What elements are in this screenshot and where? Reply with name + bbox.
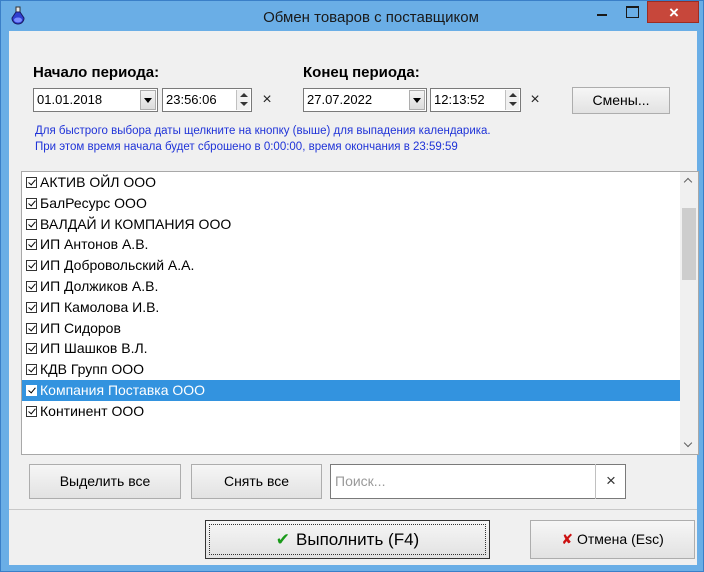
cancel-button[interactable]: ✘ Отмена (Esc) xyxy=(530,520,695,559)
clear-end-button[interactable]: × xyxy=(527,91,543,109)
list-item[interactable]: Компания Поставка ООО xyxy=(22,379,680,401)
list-item-label: Континент ООО xyxy=(40,402,145,419)
minimize-button[interactable] xyxy=(587,1,617,23)
checkbox-icon[interactable] xyxy=(26,405,37,417)
list-item[interactable]: ИП Сидоров xyxy=(22,318,680,339)
list-item-label: ИП Сидоров xyxy=(40,319,121,336)
hint-line-2: При этом время начала будет сброшено в 0… xyxy=(35,141,458,153)
end-time-spinner[interactable]: 12:13:52 xyxy=(430,88,521,112)
flask-icon xyxy=(11,6,25,25)
search-placeholder: Поиск... xyxy=(335,473,386,489)
list-item-label: Компания Поставка ООО xyxy=(40,381,206,398)
end-date-value: 27.07.2022 xyxy=(307,92,373,107)
list-item[interactable]: АКТИВ ОЙЛ ООО xyxy=(22,172,680,193)
hint-line-1: Для быстрого выбора даты щелкните на кно… xyxy=(35,125,491,137)
list-item-label: АКТИВ ОЙЛ ООО xyxy=(40,174,157,190)
maximize-button[interactable] xyxy=(617,1,647,23)
chevron-down-icon[interactable] xyxy=(140,90,156,110)
focus-rect xyxy=(209,524,486,555)
search-input[interactable]: Поиск... xyxy=(330,464,626,499)
start-time-spinner[interactable]: 23:56:06 xyxy=(162,88,252,112)
list-item[interactable]: ИП Антонов А.В. xyxy=(22,234,680,255)
list-item-label: ИП Шашков В.Л. xyxy=(40,340,148,357)
chevron-down-icon[interactable] xyxy=(409,90,425,110)
cross-icon: ✘ xyxy=(561,531,573,547)
checkbox-icon[interactable] xyxy=(26,364,37,376)
list-item[interactable]: КДВ Групп ООО xyxy=(22,359,680,380)
scroll-up-icon[interactable] xyxy=(680,172,698,189)
scroll-down-icon[interactable] xyxy=(680,437,698,454)
run-button[interactable]: ✔ Выполнить (F4) xyxy=(205,520,490,559)
list-item-label: ВАЛДАЙ И КОМПАНИЯ ООО xyxy=(40,215,232,232)
list-item-label: ИП Камолова И.В. xyxy=(40,298,160,315)
clear-start-button[interactable]: × xyxy=(259,91,275,109)
list-item[interactable]: ВАЛДАЙ И КОМПАНИЯ ООО xyxy=(22,214,680,235)
list-item-label: КДВ Групп ООО xyxy=(40,361,145,378)
checkbox-icon[interactable] xyxy=(26,239,37,251)
deselect-all-button[interactable]: Снять все xyxy=(191,464,322,499)
checkbox-icon[interactable] xyxy=(26,218,37,230)
checkbox-icon[interactable] xyxy=(26,280,37,292)
start-date-combo[interactable]: 01.01.2018 xyxy=(33,88,158,112)
supplier-list[interactable]: АКТИВ ОЙЛ ООО БалРесурс ООО ВАЛДАЙ И КОМПА… xyxy=(21,171,699,455)
window: Обмен товаров с поставщиком × Начало пер… xyxy=(0,0,704,572)
list-item[interactable]: ИП Камолова И.В. xyxy=(22,297,680,318)
select-all-button[interactable]: Выделить все xyxy=(29,464,181,499)
start-date-value: 01.01.2018 xyxy=(37,92,103,107)
cancel-label: Отмена (Esc) xyxy=(576,531,664,547)
checkbox-icon[interactable] xyxy=(26,260,37,272)
checkbox-icon[interactable] xyxy=(26,343,37,355)
spin-arrows-icon[interactable] xyxy=(505,90,519,110)
start-time-value: 23:56:06 xyxy=(166,92,217,107)
checkbox-icon[interactable] xyxy=(26,177,37,188)
supplier-list-items: АКТИВ ОЙЛ ООО БалРесурс ООО ВАЛДАЙ И КОМПА… xyxy=(22,172,680,422)
list-item-label: БалРесурс ООО xyxy=(40,194,147,211)
action-bar: ✔ Выполнить (F4) ✘ Отмена (Esc) xyxy=(9,509,697,565)
scroll-thumb[interactable] xyxy=(682,208,696,280)
list-item[interactable]: ИП Добровольский А.А. xyxy=(22,255,680,276)
list-item-label: ИП Добровольский А.А. xyxy=(40,257,195,274)
list-item-label: ИП Должиков А.В. xyxy=(40,277,159,294)
checkbox-icon[interactable] xyxy=(26,384,37,396)
close-icon: × xyxy=(669,3,679,22)
shifts-button[interactable]: Смены... xyxy=(572,87,670,114)
end-time-value: 12:13:52 xyxy=(434,92,485,107)
end-period-label: Конец периода: xyxy=(303,64,420,81)
checkbox-icon[interactable] xyxy=(26,322,37,334)
clear-search-icon[interactable]: × xyxy=(595,464,626,499)
list-item-label: ИП Антонов А.В. xyxy=(40,236,149,253)
list-item[interactable]: БалРесурс ООО xyxy=(22,193,680,214)
title-bar[interactable]: Обмен товаров с поставщиком × xyxy=(1,1,703,31)
checkbox-icon[interactable] xyxy=(26,301,37,313)
close-button[interactable]: × xyxy=(647,1,699,23)
list-item[interactable]: Континент ООО xyxy=(22,401,680,422)
list-item[interactable]: ИП Должиков А.В. xyxy=(22,276,680,297)
checkbox-icon[interactable] xyxy=(26,197,37,209)
spin-arrows-icon[interactable] xyxy=(236,90,250,110)
start-period-label: Начало периода: xyxy=(33,64,160,81)
list-item[interactable]: ИП Шашков В.Л. xyxy=(22,338,680,359)
scrollbar[interactable] xyxy=(680,172,698,454)
end-date-combo[interactable]: 27.07.2022 xyxy=(303,88,427,112)
window-title: Обмен товаров с поставщиком xyxy=(263,9,479,26)
